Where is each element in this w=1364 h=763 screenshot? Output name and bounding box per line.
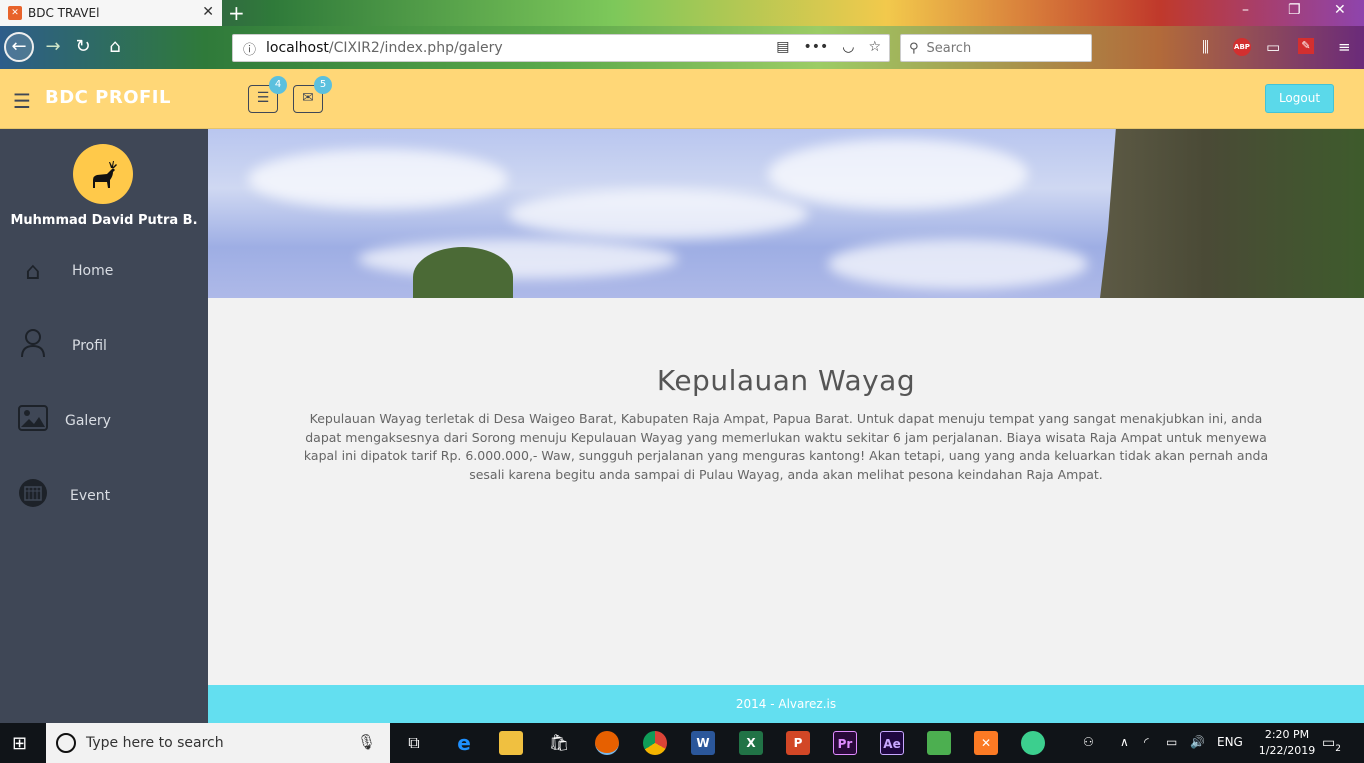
user-icon	[18, 328, 48, 364]
windows-start-icon[interactable]: ⊞	[12, 733, 27, 754]
windows-taskbar: ⊞ Type here to search 🎙 ⧉ e 🛍 W X P Pr A…	[0, 723, 1364, 763]
file-explorer-icon[interactable]	[499, 731, 523, 755]
menu-icon[interactable]: ≡	[1338, 38, 1351, 56]
avatar	[73, 144, 133, 204]
url-bar[interactable]: ⓘ localhost/CIXIR2/index.php/galery ▤ ••…	[232, 34, 890, 62]
reload-icon[interactable]: ↻	[70, 34, 96, 60]
language-indicator[interactable]: ENG	[1217, 735, 1243, 749]
xampp-icon: ✕	[8, 6, 22, 20]
browser-tab[interactable]: ✕ BDC TRAVEl ✕	[0, 0, 222, 26]
volume-icon[interactable]: 🔊	[1190, 735, 1205, 749]
back-icon[interactable]: ←	[4, 32, 34, 62]
username: Muhmmad David Putra B.	[10, 213, 198, 228]
wifi-icon[interactable]: ◜	[1144, 735, 1149, 749]
image-icon	[18, 405, 48, 437]
notification-count: 2	[1335, 743, 1341, 754]
app-header: ☰ BDC PROFIL ☰ 4 ✉ 5 Logout	[0, 69, 1364, 129]
calendar-icon	[18, 478, 48, 514]
battery-icon[interactable]: ▭	[1166, 735, 1177, 749]
footer: 2014 - Alvarez.is	[208, 685, 1364, 723]
browser-nav-bar: ← → ↻ ⌂ ⓘ localhost/CIXIR2/index.php/gal…	[0, 26, 1364, 69]
pocket-icon[interactable]: ◡	[842, 39, 854, 55]
sidebar-item-label: Event	[70, 488, 111, 504]
pen-extension-icon[interactable]: ✎	[1298, 38, 1314, 54]
page-description: Kepulauan Wayag terletak di Desa Waigeo …	[303, 411, 1269, 482]
url-path: /CIXIR2/index.php/galery	[328, 40, 503, 56]
sidebar-item-home[interactable]: ⌂ Home	[0, 251, 208, 291]
tasks-button[interactable]: ☰ 4	[248, 76, 287, 113]
atom-icon[interactable]	[1021, 731, 1045, 755]
deer-icon	[93, 161, 117, 188]
hamburger-menu-icon[interactable]: ☰	[13, 89, 31, 113]
sidebar-item-label: Galery	[65, 413, 111, 429]
hero-banner-image	[208, 129, 1364, 298]
library-icon[interactable]: ⫼	[1202, 38, 1209, 56]
edge-icon[interactable]: e	[452, 731, 476, 755]
chrome-icon[interactable]	[643, 731, 667, 755]
reader-view-icon[interactable]: ▤	[776, 39, 789, 55]
minimize-icon[interactable]: –	[1242, 2, 1249, 18]
excel-icon[interactable]: X	[739, 731, 763, 755]
messages-badge: 5	[314, 76, 332, 94]
word-icon[interactable]: W	[691, 731, 715, 755]
clock-time: 2:20 PM	[1264, 728, 1310, 741]
browser-tab-bar: ✕ BDC TRAVEl ✕ + – ❐ ✕	[0, 0, 1364, 26]
close-tab-icon[interactable]: ✕	[202, 4, 214, 20]
restore-icon[interactable]: ❐	[1288, 2, 1301, 18]
adblock-icon[interactable]: ABP	[1233, 38, 1251, 56]
more-actions-icon[interactable]: •••	[803, 39, 828, 55]
home-browser-icon[interactable]: ⌂	[102, 34, 128, 60]
bookmark-star-icon[interactable]: ☆	[868, 39, 881, 55]
sidebar-item-profil[interactable]: Profil	[0, 326, 208, 366]
page-title: Kepulauan Wayag	[656, 364, 916, 397]
sidebar-item-galery[interactable]: Galery	[0, 401, 208, 441]
info-icon[interactable]: ⓘ	[243, 39, 256, 58]
taskbar-search-placeholder: Type here to search	[86, 735, 224, 751]
sidebar-item-label: Home	[72, 263, 114, 279]
logout-button[interactable]: Logout	[1265, 84, 1334, 113]
tasks-icon: ☰	[256, 90, 270, 106]
taskbar-search-input[interactable]: Type here to search 🎙	[46, 723, 390, 763]
powerpoint-icon[interactable]: P	[786, 731, 810, 755]
cliff-with-palms	[1100, 129, 1364, 298]
main-content: Kepulauan Wayag Kepulauan Wayag terletak…	[208, 298, 1364, 544]
xampp-taskbar-icon[interactable]: ✕	[974, 731, 998, 755]
tab-title: BDC TRAVEl	[28, 6, 100, 20]
brand-title: BDC PROFIL	[45, 87, 171, 108]
sidebar-item-label: Profil	[72, 338, 107, 354]
forward-icon[interactable]: →	[40, 34, 66, 60]
store-icon[interactable]: 🛍	[547, 731, 571, 755]
url-host: localhost	[266, 40, 329, 56]
envelope-icon: ✉	[302, 90, 314, 106]
island-hill	[413, 247, 513, 298]
firefox-icon[interactable]	[595, 731, 619, 755]
sidebar: Muhmmad David Putra B. ⌂ Home Profil Gal…	[0, 129, 208, 723]
clock[interactable]: 2:20 PM 1/22/2019	[1254, 727, 1320, 759]
sidebar-toggle-icon[interactable]: ▭	[1266, 38, 1280, 56]
task-view-icon[interactable]: ⧉	[402, 731, 426, 755]
messages-button[interactable]: ✉ 5	[293, 76, 332, 113]
tasks-badge: 4	[269, 76, 287, 94]
window-close-icon[interactable]: ✕	[1334, 2, 1346, 18]
search-icon: ⚲	[909, 40, 919, 56]
browser-search-input[interactable]: ⚲ Search	[900, 34, 1092, 62]
home-icon: ⌂	[25, 257, 41, 285]
people-icon[interactable]: ⚇	[1083, 735, 1094, 749]
sublime-icon[interactable]	[927, 731, 951, 755]
notifications-icon[interactable]: ▭2	[1322, 735, 1341, 754]
browser-search-placeholder: Search	[926, 40, 972, 56]
sidebar-item-event[interactable]: Event	[0, 476, 208, 516]
premiere-icon[interactable]: Pr	[833, 731, 857, 755]
microphone-icon[interactable]: 🎙	[357, 733, 376, 751]
new-tab-icon[interactable]: +	[228, 1, 245, 25]
cortana-icon	[56, 733, 76, 753]
clock-date: 1/22/2019	[1258, 744, 1316, 757]
chevron-up-icon[interactable]: ∧	[1120, 735, 1129, 749]
aftereffects-icon[interactable]: Ae	[880, 731, 904, 755]
